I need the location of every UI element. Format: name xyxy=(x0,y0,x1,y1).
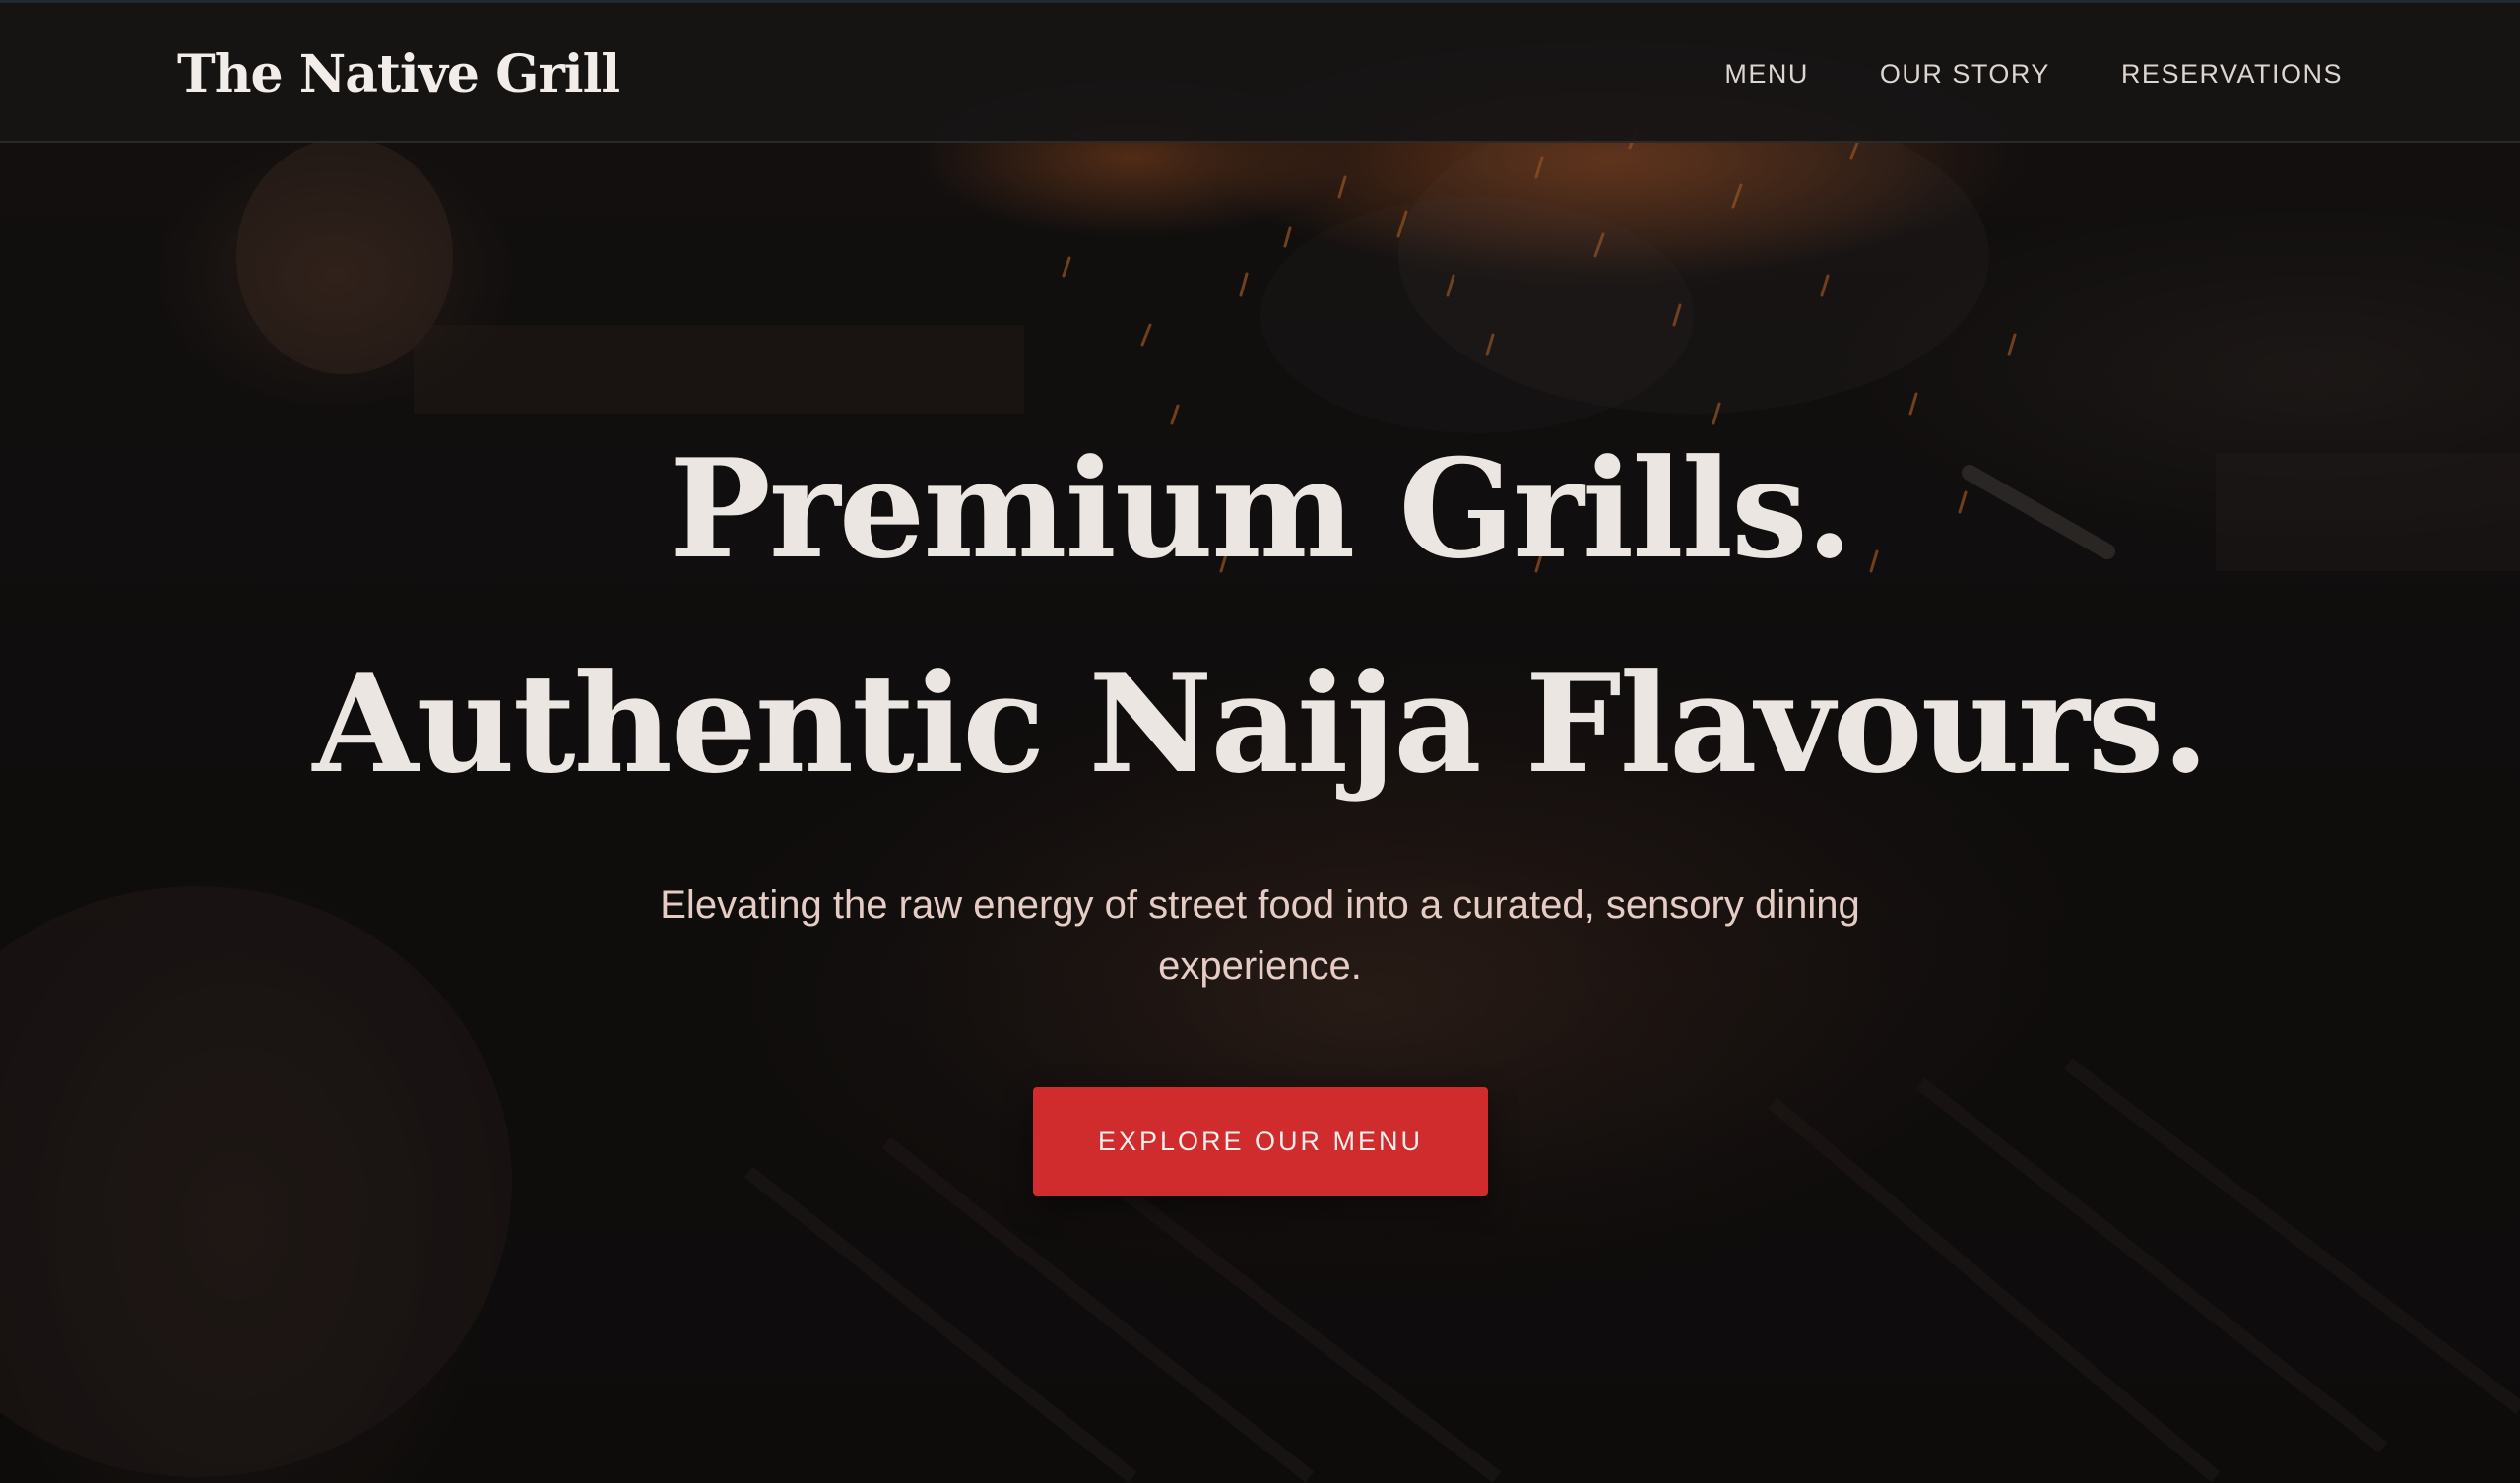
hero-subtitle: Elevating the raw energy of street food … xyxy=(660,883,1860,988)
page: The Native Grill MENU OUR STORY RESERVAT… xyxy=(0,0,2520,1483)
explore-menu-button[interactable]: EXPLORE OUR MENU xyxy=(1033,1087,1488,1196)
hero-section: Premium Grills. Authentic Naija Flavours… xyxy=(0,0,2520,1483)
hero-headline-line-1: Premium Grills. xyxy=(669,428,1853,589)
hero-headline-line-2: Authentic Naija Flavours. xyxy=(312,643,2209,804)
